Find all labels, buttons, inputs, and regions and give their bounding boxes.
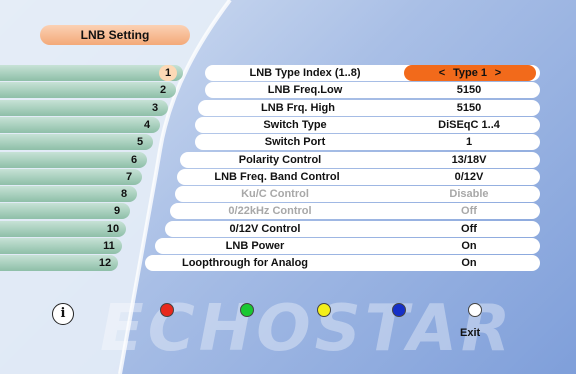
setting-row[interactable]: Polarity Control 13/18V: [180, 151, 540, 168]
setting-row[interactable]: 0/12V Control Off: [165, 220, 540, 237]
index-bar: 11: [0, 238, 122, 254]
setting-value[interactable]: On: [414, 238, 524, 254]
row-number: 8: [120, 188, 128, 201]
index-bar: 4: [0, 116, 160, 133]
setting-row[interactable]: LNB Frq. High 5150: [198, 99, 540, 116]
index-bar: 9: [0, 203, 130, 220]
setting-label: LNB Freq.Low: [267, 84, 343, 97]
setting-label: LNB Frq. High: [261, 101, 335, 114]
setting-row: Ku/C Control Disable: [175, 186, 540, 203]
setting-value[interactable]: 0/12V: [414, 169, 524, 185]
index-bar: 5: [0, 134, 153, 151]
setting-value[interactable]: DiSEqC 1..4: [414, 117, 524, 133]
setting-label: LNB Type Index (1..8): [249, 67, 361, 79]
setting-row[interactable]: LNB Type Index (1..8) < Type 1 >: [205, 65, 540, 81]
row-number: 6: [130, 153, 138, 166]
echostar-watermark: ECHOSTAR: [100, 292, 515, 366]
setting-label: LNB Power: [225, 240, 285, 252]
row-number: 12: [98, 257, 112, 270]
setting-row[interactable]: LNB Freq. Band Control 0/12V: [177, 168, 540, 185]
row-number: 3: [151, 101, 159, 114]
setting-label: Switch Type: [263, 118, 327, 131]
setting-label: Polarity Control: [238, 153, 322, 166]
arrow-right-icon[interactable]: >: [487, 65, 509, 81]
setting-label: 0/12V Control: [229, 222, 301, 235]
exit-label: Exit: [460, 327, 481, 339]
setting-row: 0/22kHz Control Off: [170, 203, 540, 220]
index-bar: 3: [0, 99, 168, 116]
row-number: 1: [159, 65, 177, 81]
setting-value[interactable]: 13/18V: [414, 152, 524, 168]
setting-row[interactable]: Switch Port 1: [195, 134, 540, 151]
red-button[interactable]: [160, 303, 174, 317]
setting-value[interactable]: 5150: [414, 100, 524, 116]
row-number: 9: [113, 205, 121, 218]
row-number: 2: [159, 84, 167, 97]
lnb-setting-screen: ECHOSTAR LNB Setting 1 LNB Type Index (1.…: [0, 0, 576, 374]
row-number: 10: [106, 222, 120, 235]
index-bar: 2: [0, 82, 176, 99]
row-number: 7: [125, 170, 133, 183]
setting-value: Off: [461, 205, 477, 218]
setting-label: Switch Port: [264, 136, 326, 149]
row-number: 5: [136, 136, 144, 149]
setting-value[interactable]: 5150: [414, 82, 524, 98]
setting-label: Ku/C Control: [241, 188, 309, 201]
setting-value[interactable]: < Type 1 >: [404, 65, 536, 81]
setting-value-text: Type 1: [452, 67, 488, 79]
index-bar: 8: [0, 186, 137, 203]
setting-value[interactable]: On: [414, 255, 524, 271]
white-button[interactable]: [468, 303, 482, 317]
index-bar: 7: [0, 168, 142, 185]
arrow-left-icon[interactable]: <: [431, 65, 453, 81]
setting-label: Loopthrough for Analog: [181, 257, 309, 270]
index-bar: 1: [0, 65, 183, 81]
setting-row[interactable]: Switch Type DiSEqC 1..4: [195, 116, 540, 133]
setting-label: LNB Freq. Band Control: [214, 170, 340, 183]
setting-row[interactable]: Loopthrough for Analog On: [145, 255, 540, 272]
setting-label: 0/22kHz Control: [228, 205, 312, 218]
setting-row[interactable]: LNB Power On: [155, 238, 540, 254]
setting-value[interactable]: 1: [414, 134, 524, 150]
row-number: 4: [143, 118, 151, 131]
blue-button[interactable]: [392, 303, 406, 317]
page-title: LNB Setting: [40, 25, 190, 45]
yellow-button[interactable]: [317, 303, 331, 317]
info-icon[interactable]: i: [52, 303, 74, 325]
index-bar: 10: [0, 220, 126, 237]
index-bar: 12: [0, 255, 118, 272]
setting-value: Disable: [449, 188, 489, 201]
green-button[interactable]: [240, 303, 254, 317]
index-bar: 6: [0, 151, 147, 168]
setting-value[interactable]: Off: [414, 221, 524, 237]
setting-row[interactable]: LNB Freq.Low 5150: [205, 82, 540, 99]
row-number: 11: [103, 240, 115, 252]
